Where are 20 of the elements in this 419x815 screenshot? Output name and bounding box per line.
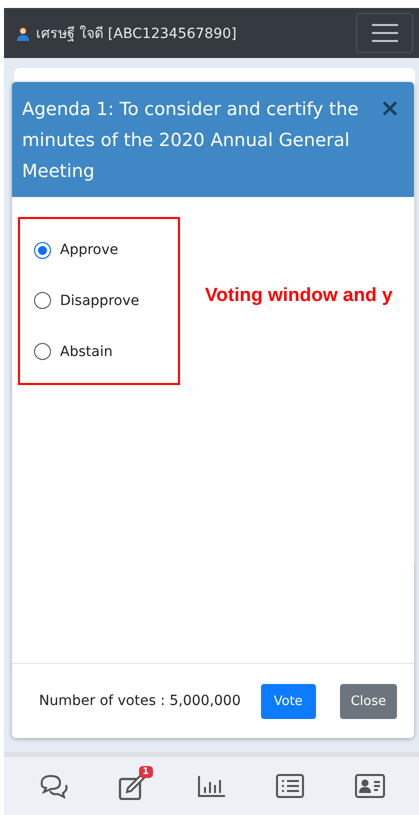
option-label: Approve [60,242,118,258]
annotation-text: Voting window and y [205,285,393,307]
close-button[interactable]: Close [340,684,398,718]
list-icon[interactable] [274,772,306,800]
close-button[interactable]: × [378,94,402,122]
menu-icon [372,23,398,43]
radio-button[interactable] [34,242,51,259]
option-label: Abstain [60,344,113,360]
contact-card-icon[interactable] [354,772,386,800]
radio-button[interactable] [34,292,51,310]
vote-button[interactable]: Vote [260,684,316,718]
notification-badge: 1 [138,766,153,778]
dialog-title: Agenda 1: To consider and certify the minutes of the 2020 Annual General Meeting [22,98,360,184]
radio-button[interactable] [34,343,51,360]
menu-button[interactable] [356,13,413,53]
user-icon [17,25,29,41]
chat-icon[interactable] [38,772,70,800]
option-label: Disapprove [60,292,140,309]
vote-count: Number of votes : 5,000,000 [39,693,241,709]
user-name: เศรษฐี ใจดี [ABC1234567890] [36,24,237,44]
